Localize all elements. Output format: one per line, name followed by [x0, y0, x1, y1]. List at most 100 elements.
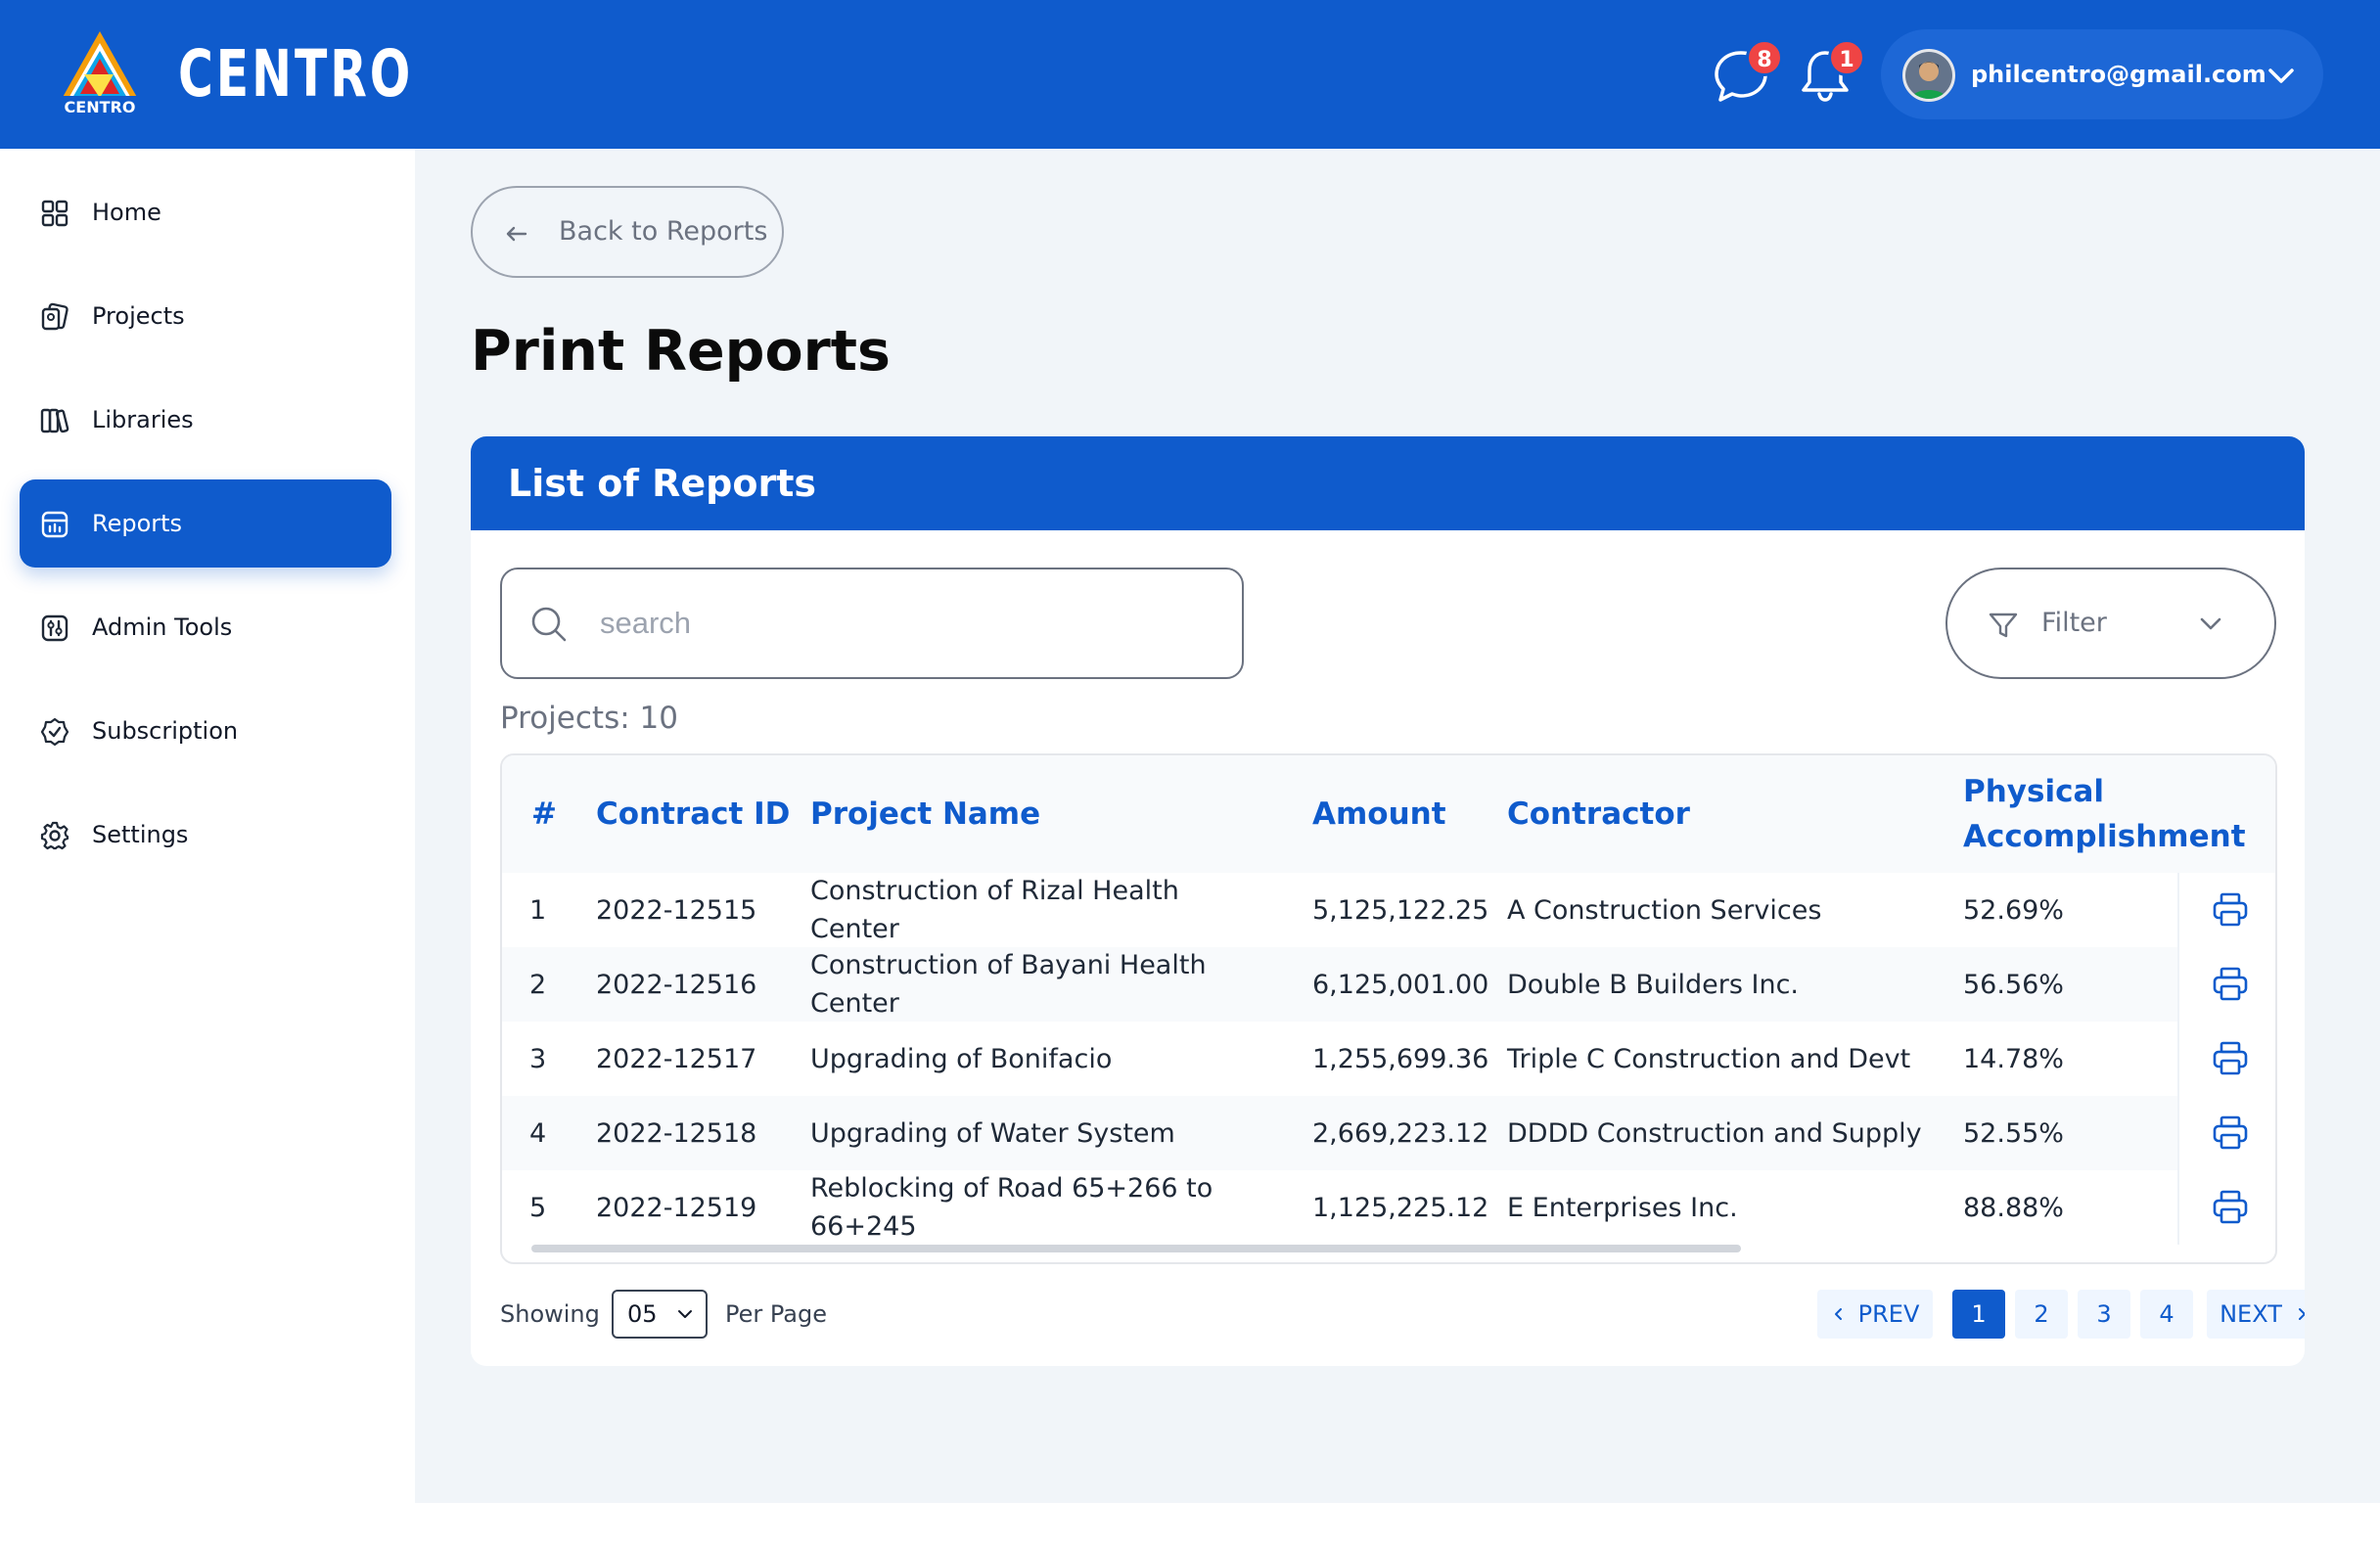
cell-contract-id: 2022-12519 [596, 1192, 757, 1223]
reports-card: List of Reports Filter Projects: 10 # Co… [471, 436, 2305, 1366]
sidebar-item-label: Reports [92, 510, 183, 537]
sidebar: Home Projects Libraries Reports Admin To… [0, 149, 415, 1503]
card-title: List of Reports [508, 462, 816, 505]
horizontal-scrollbar[interactable] [531, 1245, 1741, 1252]
cell-contractor: Triple C Construction and Devt [1507, 1043, 1911, 1074]
avatar [1902, 49, 1955, 102]
table-row: 3 2022-12517 Upgrading of Bonifacio 1,25… [502, 1022, 2275, 1096]
cell-contract-id: 2022-12515 [596, 894, 757, 926]
books-icon [40, 408, 69, 433]
table-row: 4 2022-12518 Upgrading of Water System 2… [502, 1096, 2275, 1170]
report-icon [41, 511, 69, 538]
table-footer: Showing 05 Per Page PREV 1 2 3 4 NEXT [500, 1290, 2305, 1348]
sidebar-item-projects[interactable]: Projects [20, 272, 391, 360]
print-button[interactable] [2177, 947, 2275, 1022]
cell-contractor: DDDD Construction and Supply [1507, 1117, 1922, 1149]
cell-contract-id: 2022-12517 [596, 1043, 757, 1074]
sidebar-item-label: Home [92, 199, 161, 226]
bottom-strip [0, 1503, 2380, 1546]
chevron-down-icon [2200, 617, 2221, 630]
printer-icon [2213, 1190, 2248, 1224]
page-button-1[interactable]: 1 [1952, 1290, 2005, 1339]
next-page-button[interactable]: NEXT [2207, 1290, 2305, 1339]
back-to-reports-button[interactable]: Back to Reports [471, 186, 784, 278]
prev-page-button[interactable]: PREV [1817, 1290, 1933, 1339]
column-header-number[interactable]: # [531, 755, 557, 873]
user-menu[interactable]: philcentro@gmail.com [1881, 29, 2323, 119]
cell-number: 4 [529, 1117, 547, 1149]
grid-icon [41, 200, 69, 227]
table-header: # Contract ID Project Name Amount Contra… [502, 755, 2275, 873]
messages-badge: 8 [1746, 39, 1783, 76]
sidebar-item-libraries[interactable]: Libraries [20, 376, 391, 464]
next-label: NEXT [2220, 1300, 2282, 1328]
per-page-value: 05 [627, 1300, 658, 1328]
cell-number: 3 [529, 1043, 547, 1074]
top-header: CENTRO CENTRO 8 1 philcentro@gmail.com [0, 0, 2380, 149]
gear-icon [40, 821, 69, 850]
print-button[interactable] [2177, 1170, 2275, 1245]
cell-contractor: E Enterprises Inc. [1507, 1192, 1738, 1223]
filter-label: Filter [2041, 608, 2107, 638]
cell-project-name: Construction of Rizal Health Center [810, 876, 1179, 944]
cell-project-name: Upgrading of Bonifacio [810, 1043, 1113, 1074]
printer-icon [2213, 967, 2248, 1001]
sidebar-item-label: Projects [92, 302, 185, 330]
printer-icon [2213, 892, 2248, 927]
cell-number: 1 [529, 894, 547, 926]
page-button-3[interactable]: 3 [2078, 1290, 2130, 1339]
cell-accomplishment: 52.69% [1963, 894, 2064, 926]
cell-project-name: Reblocking of Road 65+266 to 66+245 [810, 1173, 1213, 1242]
cell-number: 5 [529, 1192, 547, 1223]
projects-count: Projects: 10 [500, 701, 678, 736]
sidebar-item-subscription[interactable]: Subscription [20, 687, 391, 775]
search-input[interactable] [600, 589, 1207, 658]
sidebar-item-reports[interactable]: Reports [20, 479, 391, 568]
sidebar-item-admin-tools[interactable]: Admin Tools [20, 583, 391, 671]
projects-icon [41, 302, 69, 331]
page-button-4[interactable]: 4 [2140, 1290, 2193, 1339]
sidebar-item-home[interactable]: Home [20, 168, 391, 256]
reports-table: # Contract ID Project Name Amount Contra… [500, 753, 2277, 1264]
print-button[interactable] [2177, 873, 2275, 947]
tools-icon [41, 614, 69, 642]
column-header-amount[interactable]: Amount [1312, 755, 1446, 873]
cell-accomplishment: 88.88% [1963, 1192, 2064, 1223]
cell-contract-id: 2022-12518 [596, 1117, 757, 1149]
column-header-contract-id[interactable]: Contract ID [596, 755, 790, 873]
column-header-contractor[interactable]: Contractor [1507, 755, 1690, 873]
cell-amount: 1,255,699.36 [1312, 1043, 1489, 1074]
page-button-2[interactable]: 2 [2015, 1290, 2068, 1339]
sidebar-item-label: Admin Tools [92, 614, 233, 641]
printer-icon [2213, 1115, 2248, 1150]
cell-amount: 2,669,223.12 [1312, 1117, 1489, 1149]
column-header-physical-accomplishment[interactable]: Physical Accomplishment [1963, 755, 2246, 873]
table-row: 5 2022-12519 Reblocking of Road 65+266 t… [502, 1170, 2275, 1245]
sidebar-item-label: Libraries [92, 406, 194, 433]
sidebar-item-label: Settings [92, 821, 189, 848]
cell-contractor: A Construction Services [1507, 894, 1822, 926]
logo-text: CENTRO [65, 98, 136, 116]
cell-contract-id: 2022-12516 [596, 969, 757, 1000]
filter-icon [1989, 613, 2018, 638]
cell-number: 2 [529, 969, 547, 1000]
print-button[interactable] [2177, 1022, 2275, 1096]
printer-icon [2213, 1041, 2248, 1075]
back-label: Back to Reports [559, 216, 768, 247]
main-content: Back to Reports Print Reports List of Re… [415, 149, 2380, 1503]
brand-name: CENTRO [178, 36, 414, 112]
cell-amount: 1,125,225.12 [1312, 1192, 1489, 1223]
search-icon [531, 607, 567, 642]
centro-logo[interactable]: CENTRO [55, 29, 153, 119]
sidebar-item-settings[interactable]: Settings [20, 791, 391, 879]
cell-project-name: Construction of Bayani Health Center [810, 950, 1207, 1019]
print-button[interactable] [2177, 1096, 2275, 1170]
sidebar-item-label: Subscription [92, 717, 239, 745]
prev-label: PREV [1857, 1300, 1920, 1328]
chevron-right-icon [2298, 1308, 2305, 1320]
cell-accomplishment: 14.78% [1963, 1043, 2064, 1074]
per-page-select[interactable]: 05 [612, 1290, 708, 1339]
search-box[interactable] [500, 568, 1244, 679]
filter-dropdown[interactable]: Filter [1945, 568, 2276, 679]
column-header-project-name[interactable]: Project Name [810, 755, 1040, 873]
